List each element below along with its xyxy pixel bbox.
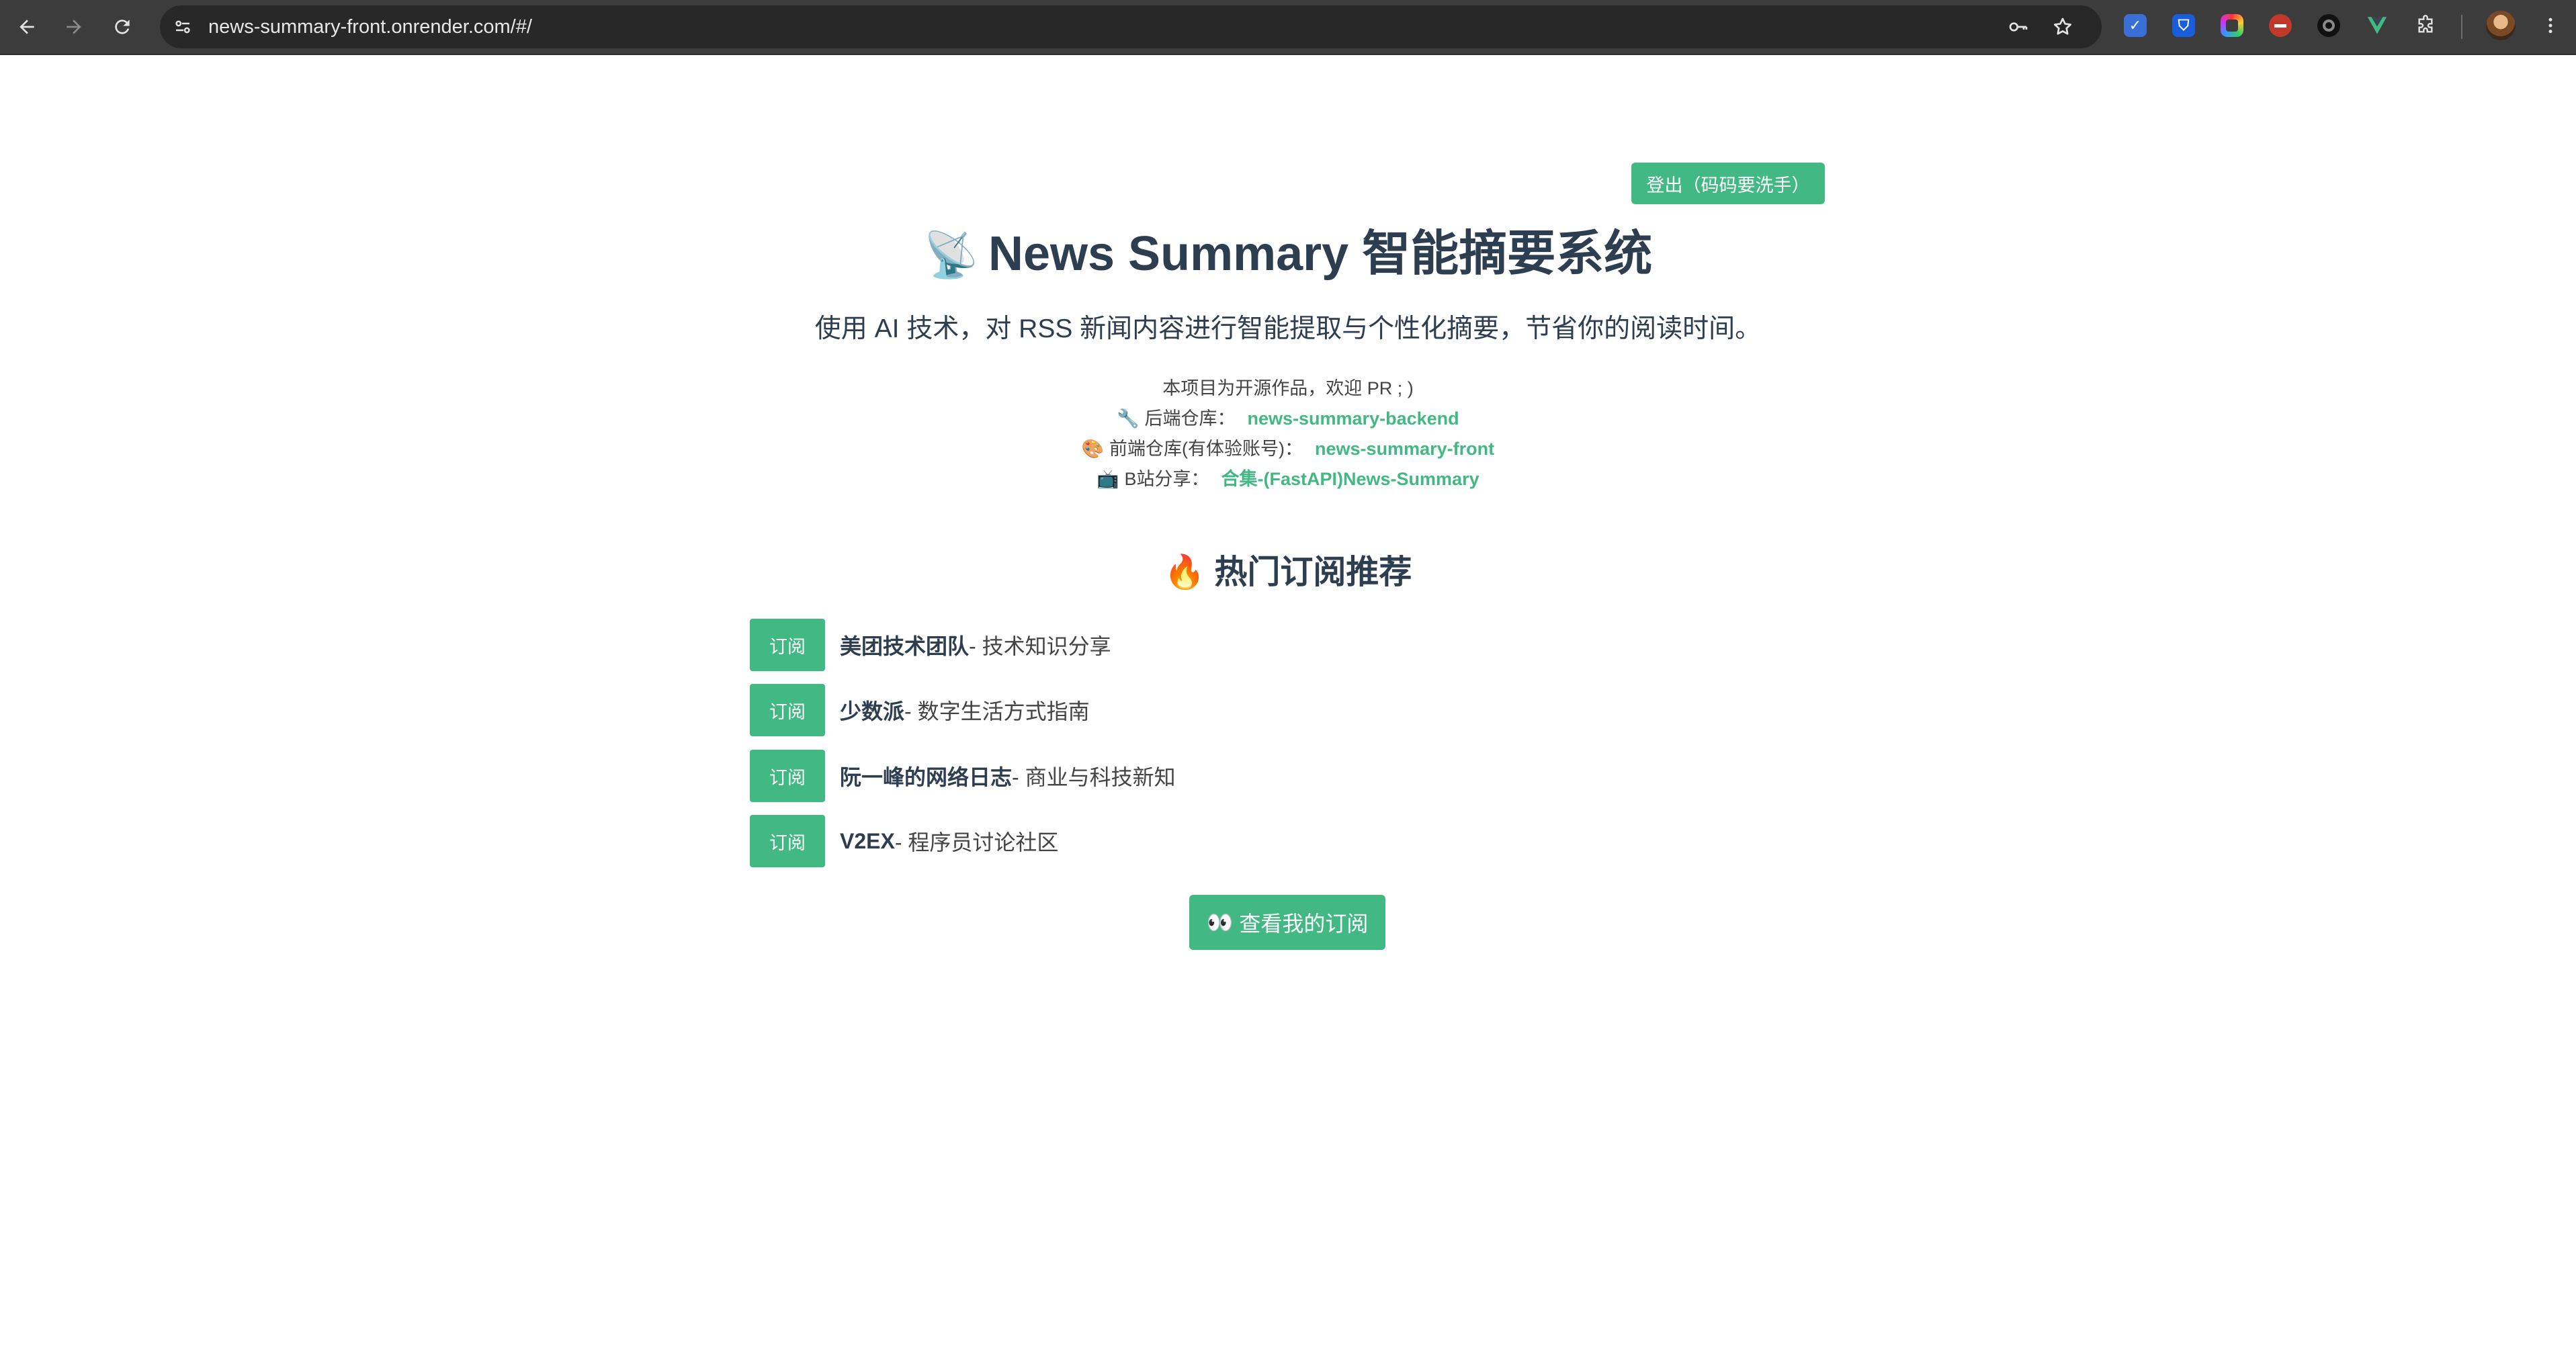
- subscribe-button[interactable]: 订阅: [750, 750, 825, 802]
- eyes-icon: 👀: [1206, 910, 1234, 934]
- satellite-dish-icon: 📡: [923, 230, 979, 279]
- bilibili-label: B站分享：: [1124, 469, 1209, 489]
- toolbar-divider: [2461, 15, 2462, 39]
- feed-name: 美团技术团队: [840, 634, 970, 658]
- backend-repo-label: 后端仓库：: [1144, 408, 1236, 429]
- frontend-repo-line: 🎨 前端仓库(有体验账号)： news-summary-front: [0, 434, 2576, 460]
- password-key-icon[interactable]: [2005, 13, 2032, 40]
- logout-button[interactable]: 登出（码码要洗手）: [1631, 163, 1825, 204]
- fire-icon: 🔥: [1164, 554, 1205, 591]
- bookmark-star-icon[interactable]: [2049, 13, 2076, 40]
- list-item: 订阅 V2EX - 程序员讨论社区: [750, 815, 1058, 867]
- adblock-icon[interactable]: [2267, 12, 2294, 39]
- feed-description: - 程序员讨论社区: [894, 830, 1059, 855]
- recommend-heading: 🔥 热门订阅推荐: [0, 545, 2576, 593]
- view-my-subscriptions-label: 查看我的订阅: [1239, 912, 1369, 936]
- bilibili-line: 📺 B站分享： 合集-(FastAPI)News-Summary: [0, 464, 2576, 490]
- site-settings-icon[interactable]: [169, 13, 196, 40]
- page-title-text: News Summary 智能摘要系统: [988, 227, 1653, 281]
- arrow-right-icon: [67, 19, 81, 34]
- backend-repo-link[interactable]: news-summary-backend: [1248, 408, 1459, 429]
- extensions-puzzle-icon[interactable]: [2412, 12, 2439, 39]
- palette-icon: 🎨: [1081, 439, 1105, 459]
- menu-kebab-icon[interactable]: [2537, 12, 2564, 39]
- extension-verify-icon[interactable]: ✓: [2122, 12, 2149, 39]
- recommend-heading-text: 热门订阅推荐: [1214, 554, 1412, 591]
- tv-icon: 📺: [1097, 469, 1119, 489]
- url-text[interactable]: news-summary-front.onrender.com/#/: [208, 5, 532, 48]
- subscribe-button[interactable]: 订阅: [750, 815, 825, 867]
- bitwarden-shield-icon[interactable]: ⛉: [2170, 12, 2197, 39]
- list-item: 订阅 少数派 - 数字生活方式指南: [750, 684, 1090, 736]
- arrow-left-icon: [19, 19, 34, 34]
- vue-devtools-icon[interactable]: [2364, 12, 2391, 39]
- feed-description: - 技术知识分享: [969, 634, 1111, 658]
- browser-toolbar: news-summary-front.onrender.com/#/ ✓ ⛉: [0, 0, 2576, 55]
- feed-name: V2EX: [840, 828, 895, 853]
- reload-button[interactable]: [105, 9, 140, 44]
- frontend-repo-label: 前端仓库(有体验账号)：: [1109, 439, 1303, 459]
- feed-name: 少数派: [840, 699, 905, 724]
- back-button[interactable]: [9, 9, 44, 44]
- forward-button[interactable]: [56, 9, 91, 44]
- feed-description: - 商业与科技新知: [1012, 765, 1176, 789]
- reload-icon: [115, 19, 130, 34]
- list-item: 订阅 美团技术团队 - 技术知识分享: [750, 619, 1111, 671]
- backend-repo-line: 🔧 后端仓库： news-summary-backend: [0, 404, 2576, 430]
- feed-name: 阮一峰的网络日志: [840, 765, 1013, 789]
- open-source-note: 本项目为开源作品，欢迎 PR ; ): [1162, 378, 1414, 398]
- frontend-repo-link[interactable]: news-summary-front: [1315, 439, 1494, 459]
- list-item: 订阅 阮一峰的网络日志 - 商业与科技新知: [750, 750, 1176, 802]
- feed-description: - 数字生活方式指南: [904, 699, 1090, 724]
- subscribe-button[interactable]: 订阅: [750, 684, 825, 736]
- wrench-icon: 🔧: [1117, 408, 1140, 429]
- view-my-subscriptions-button[interactable]: 👀 查看我的订阅: [1189, 895, 1385, 950]
- profile-avatar[interactable]: [2486, 11, 2516, 40]
- bilibili-link[interactable]: 合集-(FastAPI)News-Summary: [1221, 469, 1479, 489]
- color-picker-icon[interactable]: [2219, 12, 2245, 39]
- page-title: 📡 News Summary 智能摘要系统: [0, 214, 2576, 284]
- subscribe-button[interactable]: 订阅: [750, 619, 825, 671]
- dark-mode-icon[interactable]: [2315, 12, 2342, 39]
- address-bar[interactable]: news-summary-front.onrender.com/#/: [160, 5, 2102, 48]
- page-subtitle: 使用 AI 技术，对 RSS 新闻内容进行智能提取与个性化摘要，节省你的阅读时间…: [814, 314, 1762, 343]
